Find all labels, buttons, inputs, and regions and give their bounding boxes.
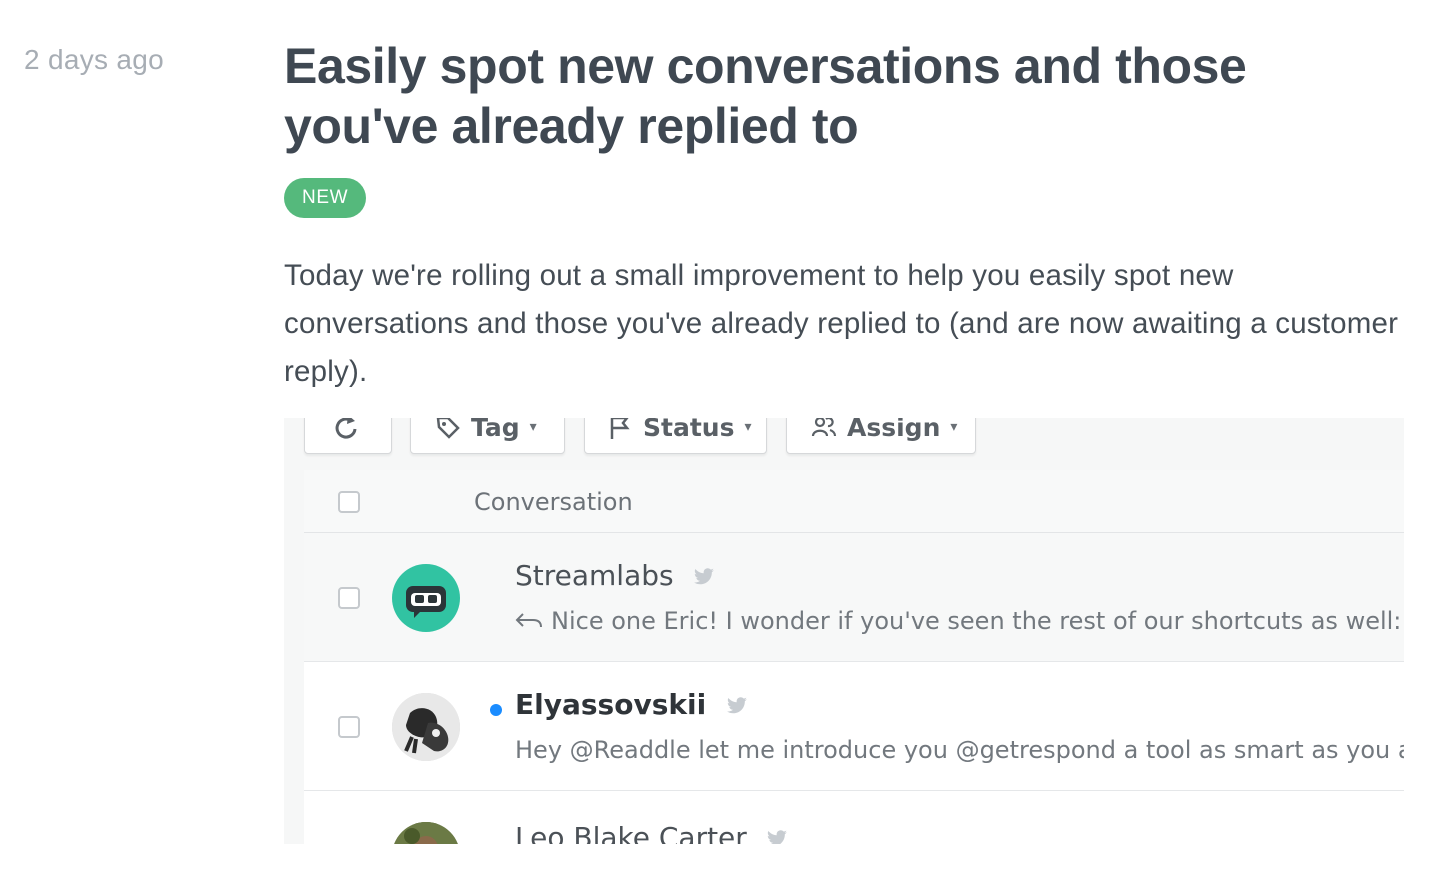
message-preview: Nice one Eric! I wonder if you've seen t…: [515, 607, 1404, 635]
conversation-row-elyassovskii: Elyassovskii Hey @Readdle let me introdu…: [304, 662, 1404, 791]
conversation-table: Conversation Streamlabs Nice one Eric! I…: [304, 470, 1404, 844]
post-title: Easily spot new conversations and those …: [284, 38, 1247, 154]
post-date: 2 days ago: [24, 44, 164, 75]
message-preview: Hey @Readdle let me introduce you @getre…: [515, 736, 1404, 764]
refresh-button: [304, 418, 392, 454]
new-badge: NEW: [284, 178, 367, 218]
conversation-row-leo-blake-carter: Leo Blake Carter: [304, 791, 1404, 844]
post-body: Today we're rolling out a small improvem…: [284, 259, 1399, 388]
refresh-icon: [335, 418, 357, 439]
assign-icon: [811, 418, 837, 437]
sender-name: Streamlabs: [515, 559, 715, 592]
feature-screenshot: Tag ▾ Status ▾ Assign ▾ Conversation Str…: [284, 418, 1404, 844]
user-photo-icon: [392, 693, 460, 761]
conversation-row-streamlabs: Streamlabs Nice one Eric! I wonder if yo…: [304, 533, 1404, 662]
select-all-checkbox: [338, 491, 360, 513]
conversation-column-header: Conversation: [474, 488, 633, 516]
table-header: Conversation: [304, 470, 1404, 533]
replied-arrow-icon: [515, 607, 543, 635]
chevron-down-icon: ▾: [529, 419, 537, 435]
twitter-icon: [727, 697, 747, 714]
user-avatar: [392, 822, 460, 844]
status-button: Status ▾: [584, 418, 767, 454]
streamlabs-avatar: [392, 564, 460, 632]
sender-name: Leo Blake Carter: [515, 821, 788, 844]
status-label: Status: [643, 418, 735, 442]
twitter-icon: [693, 568, 714, 585]
streamlabs-logo-icon: [406, 586, 446, 618]
user-avatar: [392, 693, 460, 761]
row-checkbox: [338, 587, 360, 609]
changelog-post: Easily spot new conversations and those …: [284, 36, 1404, 396]
assign-label: Assign: [847, 418, 941, 442]
row-checkbox: [338, 716, 360, 738]
tag-label: Tag: [471, 418, 520, 442]
chevron-down-icon: ▾: [950, 419, 958, 435]
chevron-down-icon: ▾: [744, 419, 752, 435]
user-photo-icon: [392, 822, 460, 844]
assign-button: Assign ▾: [786, 418, 976, 454]
flag-icon: [610, 418, 630, 439]
tag-icon: [436, 418, 460, 439]
twitter-icon: [767, 830, 787, 844]
sender-name: Elyassovskii: [515, 688, 748, 721]
tag-button: Tag ▾: [410, 418, 565, 454]
unread-indicator: [490, 704, 502, 716]
